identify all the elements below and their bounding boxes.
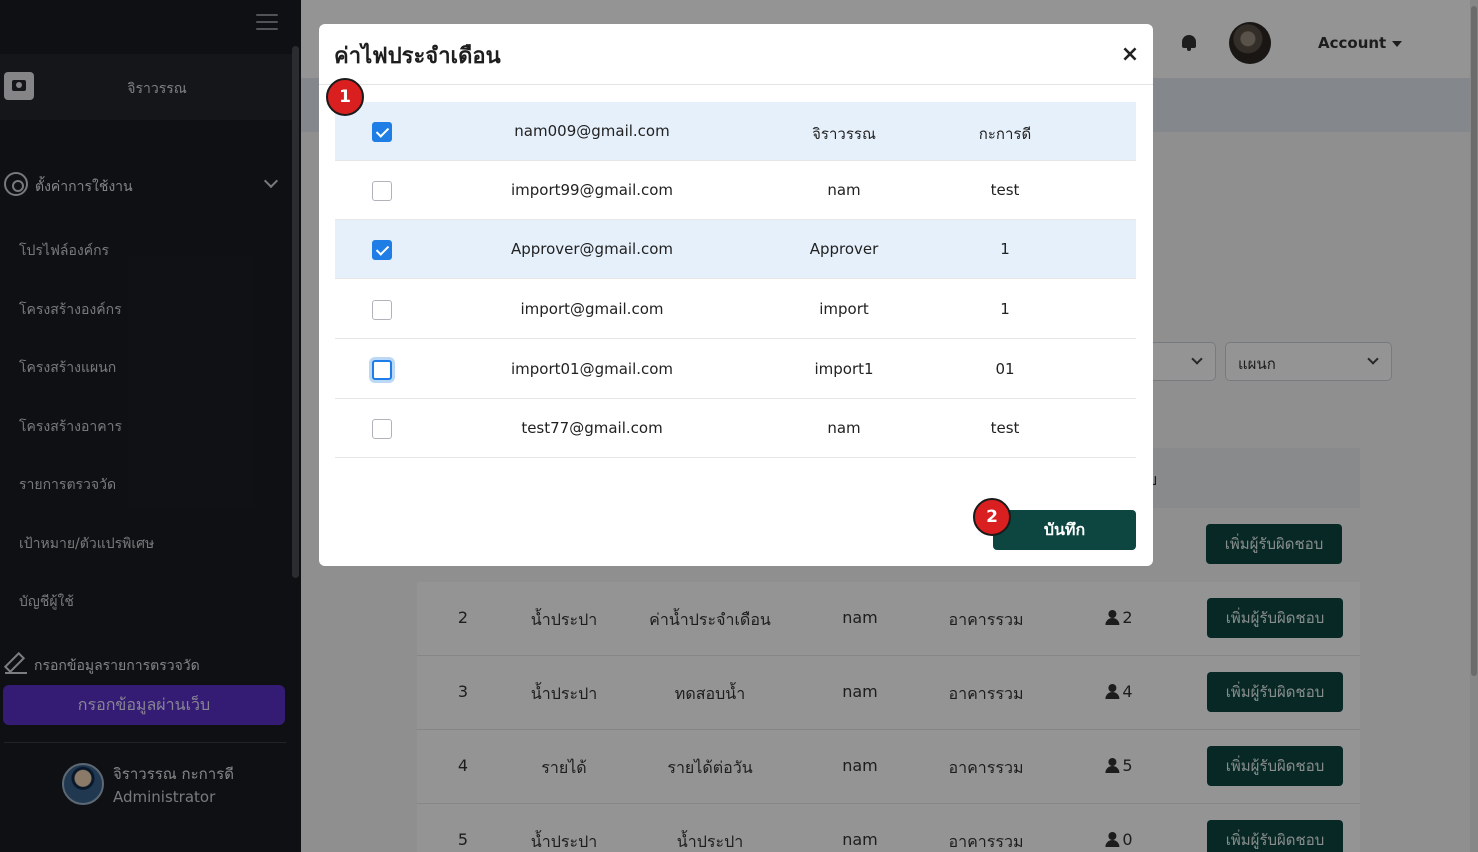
user-row[interactable]: import99@gmail.com nam test xyxy=(335,161,1136,220)
close-icon[interactable]: × xyxy=(1119,44,1141,66)
user-last-name: 1 xyxy=(1000,300,1010,318)
user-first-name: import xyxy=(819,300,869,318)
user-first-name: import1 xyxy=(814,360,874,378)
user-first-name: nam xyxy=(827,419,861,437)
user-email: import99@gmail.com xyxy=(510,181,674,199)
user-last-name: test xyxy=(990,419,1020,437)
save-button[interactable]: บันทึก xyxy=(993,510,1136,550)
row-checkbox[interactable] xyxy=(372,122,392,142)
user-first-name: จิราวรรณ xyxy=(812,125,876,143)
user-row[interactable]: nam009@gmail.com จิราวรรณ กะการดี xyxy=(335,102,1136,161)
row-checkbox[interactable] xyxy=(372,181,392,201)
modal-divider xyxy=(319,84,1153,85)
user-last-name: 1 xyxy=(1000,240,1010,258)
row-checkbox[interactable] xyxy=(372,240,392,260)
step-marker-1: 1 xyxy=(326,78,364,116)
user-first-name: Approver xyxy=(809,240,879,258)
user-first-name: nam xyxy=(827,181,861,199)
row-checkbox[interactable] xyxy=(372,300,392,320)
user-row[interactable]: test77@gmail.com nam test xyxy=(335,399,1136,458)
row-checkbox[interactable] xyxy=(372,360,392,380)
assign-responsible-modal: ค่าไฟประจำเดือน × nam009@gmail.com จิราว… xyxy=(319,24,1153,566)
modal-title: ค่าไฟประจำเดือน xyxy=(334,44,501,69)
row-checkbox[interactable] xyxy=(372,419,392,439)
user-email: import@gmail.com xyxy=(520,300,664,318)
user-email: import01@gmail.com xyxy=(510,360,674,378)
user-row[interactable]: import01@gmail.com import1 01 xyxy=(335,340,1136,399)
user-last-name: กะการดี xyxy=(978,125,1032,143)
user-email: Approver@gmail.com xyxy=(510,240,674,258)
user-row[interactable]: import@gmail.com import 1 xyxy=(335,280,1136,339)
user-email: test77@gmail.com xyxy=(521,419,663,437)
user-last-name: test xyxy=(990,181,1020,199)
user-email: nam009@gmail.com xyxy=(514,122,670,140)
user-last-name: 01 xyxy=(995,360,1015,378)
step-marker-2: 2 xyxy=(973,498,1011,536)
user-row[interactable]: Approver@gmail.com Approver 1 xyxy=(335,220,1136,279)
